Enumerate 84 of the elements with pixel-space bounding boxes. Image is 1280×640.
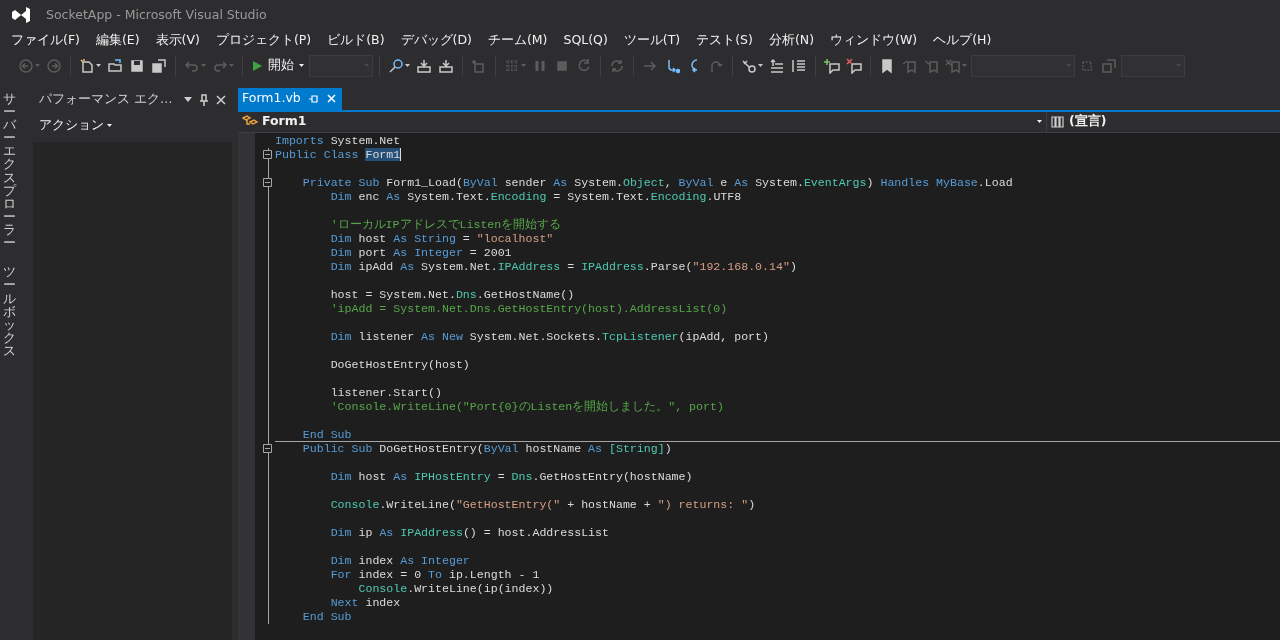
menu-item[interactable]: テスト(S) xyxy=(689,29,762,50)
caret-icon xyxy=(1037,120,1042,124)
new-item-icon xyxy=(471,57,487,74)
menu-item[interactable]: デバッグ(D) xyxy=(393,29,481,50)
code-line: 'ローカルIPアドレスでListenを開始する xyxy=(329,217,563,232)
menu-item[interactable]: プロジェクト(P) xyxy=(208,29,321,50)
bookmark-previous-icon xyxy=(901,57,917,74)
menu-item[interactable]: ファイル(F) xyxy=(4,29,89,50)
code-line: Public Class Form1 xyxy=(275,147,403,162)
wrench-icon xyxy=(741,57,757,74)
new-file-icon xyxy=(79,57,95,74)
code-line: Console.WriteLine(ip(index)) xyxy=(357,581,555,596)
bookmark-next-icon xyxy=(923,57,939,74)
play-icon xyxy=(252,59,263,72)
caret-icon xyxy=(405,64,410,68)
code-line: Private Sub Form1_Load(ByVal sender As System.Object, ByVal e As System.EventArgs) Handles MyBase.Load xyxy=(301,175,1014,190)
uncomment-icon xyxy=(846,57,862,74)
menu-item[interactable]: ヘルプ(H) xyxy=(926,29,1001,50)
caret-icon xyxy=(521,64,526,68)
restart-icon xyxy=(576,57,592,74)
code-line: listener.Start() xyxy=(329,385,443,400)
open-folder-icon xyxy=(107,57,123,74)
code-line: Imports System.Net xyxy=(275,133,402,148)
tray-icon xyxy=(438,57,454,74)
code-line: DoGetHostEntry(host) xyxy=(329,357,471,372)
code-line: Dim listener As New System.Net.Sockets.TcpListener(ipAdd, port) xyxy=(329,329,770,344)
code-line: 'Console.WriteLine("Port{0}のListenを開始しました。", port) xyxy=(329,399,725,414)
search-icon xyxy=(388,57,404,74)
code-line: For index = 0 To ip.Length - 1 xyxy=(329,567,541,582)
menu-item[interactable]: 編集(E) xyxy=(88,29,149,50)
code-line: Console.WriteLine("GetHostEntry(" + hostName + ") returns: ") xyxy=(329,497,757,512)
collapse-icon[interactable] xyxy=(263,443,272,453)
indent-icon xyxy=(769,57,785,74)
outdent-icon xyxy=(791,57,807,74)
start-button[interactable]: 開始 xyxy=(249,56,307,76)
forward-icon xyxy=(46,57,62,74)
collapse-icon[interactable] xyxy=(263,177,272,187)
collapse-icon[interactable] xyxy=(263,149,272,159)
tray-icon xyxy=(416,57,432,74)
code-line: Dim port As Integer = 2001 xyxy=(329,245,513,260)
code-line: Dim host As IPHostEntry = Dns.GetHostEntry(hostName) xyxy=(329,469,694,484)
bookmark-clear-icon xyxy=(945,57,961,74)
save-all-icon xyxy=(151,57,167,74)
code-line: 'ipAdd = System.Net.Dns.GetHostEntry(host).AddressList(0) xyxy=(329,301,729,316)
pin-icon[interactable] xyxy=(200,93,208,106)
code-line: End Sub xyxy=(301,609,353,624)
caret-icon xyxy=(35,64,40,68)
caret-icon xyxy=(229,64,234,68)
comment-icon xyxy=(824,57,840,74)
menu-item[interactable]: ビルド(B) xyxy=(320,29,394,50)
code-line: End Sub xyxy=(275,427,1280,442)
panel-title: パフォーマンス エク… xyxy=(39,90,174,109)
refresh-icon xyxy=(609,57,625,74)
action-menu[interactable]: アクション xyxy=(39,116,112,136)
close-icon[interactable] xyxy=(216,94,226,105)
code-line: Next index xyxy=(329,595,402,610)
caret-icon xyxy=(201,64,206,68)
resize-icon xyxy=(1101,57,1117,74)
code-line: Dim index As Integer xyxy=(329,553,471,568)
menu-item[interactable]: SQL(Q) xyxy=(556,29,617,50)
caret-icon xyxy=(96,64,101,68)
window-title: SocketApp - Microsoft Visual Studio xyxy=(46,5,267,24)
caret-icon xyxy=(107,124,112,128)
caret-icon[interactable] xyxy=(184,97,192,103)
menu-item[interactable]: 表示(V) xyxy=(148,29,209,50)
code-line: Dim host As String = "localhost" xyxy=(329,231,555,246)
code-line: Dim enc As System.Text.Encoding = System.Text.Encoding.UTF8 xyxy=(329,189,743,204)
grid-icon xyxy=(504,57,520,74)
bookmark-icon xyxy=(879,57,895,74)
logo-icon xyxy=(10,4,32,25)
menu-item[interactable]: ツール(T) xyxy=(616,29,690,50)
menu-item[interactable]: ウィンドウ(W) xyxy=(823,29,927,50)
menu-item[interactable]: 分析(N) xyxy=(761,29,824,50)
code-line: Public Sub DoGetHostEntry(ByVal hostName As [String]) xyxy=(301,441,673,456)
save-icon xyxy=(129,57,145,74)
code-line: host = System.Net.Dns.GetHostName() xyxy=(329,287,576,302)
menu-item[interactable]: チーム(M) xyxy=(480,29,557,50)
caret-icon xyxy=(299,64,304,68)
code-line: Dim ipAdd As System.Net.IPAddress = IPAddress.Parse("192.168.0.14") xyxy=(329,259,798,274)
columns-icon xyxy=(1051,115,1065,128)
back-icon xyxy=(18,57,34,74)
code-line: Dim ip As IPAddress() = host.AddressList xyxy=(329,525,610,540)
caret-icon xyxy=(758,64,763,68)
caret-icon xyxy=(962,64,967,68)
